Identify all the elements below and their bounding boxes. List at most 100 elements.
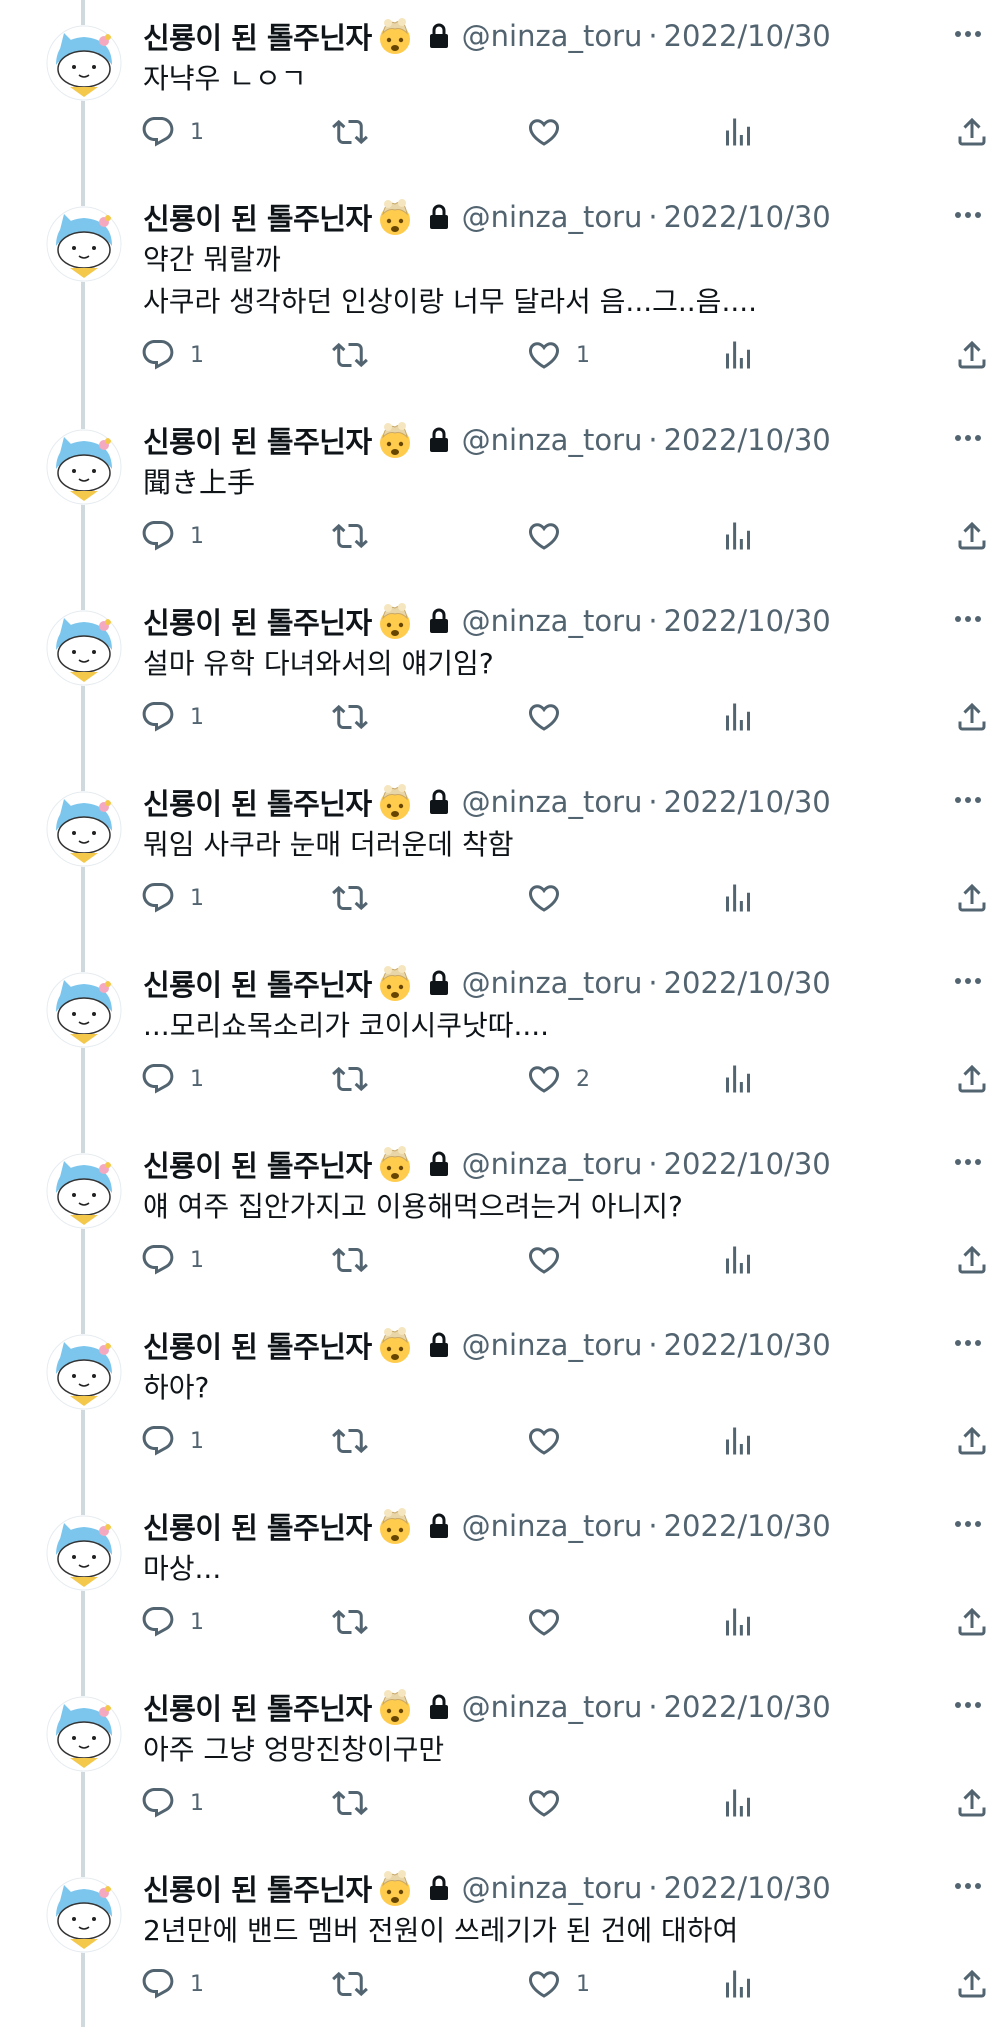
share-button[interactable]	[954, 1421, 990, 1461]
like-button[interactable]	[526, 516, 576, 556]
avatar[interactable]	[46, 1696, 122, 1772]
avatar[interactable]	[46, 25, 122, 101]
views-button[interactable]	[720, 697, 756, 737]
tweet-date[interactable]: 2022/10/30	[664, 1509, 831, 1543]
reply-button[interactable]: 1	[140, 1964, 204, 2004]
avatar[interactable]	[46, 791, 122, 867]
like-button[interactable]	[526, 1240, 576, 1280]
tweet-date[interactable]: 2022/10/30	[664, 19, 831, 53]
display-name[interactable]: 신룡이 된 톨주닌자	[143, 600, 372, 642]
tweet-date[interactable]: 2022/10/30	[664, 200, 831, 234]
user-handle[interactable]: @ninza_toru	[462, 19, 643, 53]
share-button[interactable]	[954, 1059, 990, 1099]
share-button[interactable]	[954, 1602, 990, 1642]
avatar[interactable]	[46, 429, 122, 505]
retweet-button[interactable]	[332, 1421, 382, 1461]
share-button[interactable]	[954, 1240, 990, 1280]
views-button[interactable]	[720, 516, 756, 556]
share-button[interactable]	[954, 1964, 990, 2004]
user-handle[interactable]: @ninza_toru	[462, 1871, 643, 1905]
retweet-button[interactable]	[332, 878, 382, 918]
retweet-button[interactable]	[332, 1059, 382, 1099]
tweet-date[interactable]: 2022/10/30	[664, 423, 831, 457]
tweet[interactable]: 신룡이 된 톨주닌자 @ninza_toru ·	[0, 1852, 1008, 2033]
reply-button[interactable]: 1	[140, 1783, 204, 1823]
tweet-date[interactable]: 2022/10/30	[664, 1147, 831, 1181]
user-handle[interactable]: @ninza_toru	[462, 1147, 643, 1181]
retweet-button[interactable]	[332, 112, 382, 152]
more-options-button[interactable]	[948, 1866, 988, 1906]
user-handle[interactable]: @ninza_toru	[462, 966, 643, 1000]
tweet[interactable]: 신룡이 된 톨주닌자 @ninza_toru ·	[0, 181, 1008, 404]
like-button[interactable]	[526, 697, 576, 737]
tweet-date[interactable]: 2022/10/30	[664, 785, 831, 819]
share-button[interactable]	[954, 697, 990, 737]
tweet-date[interactable]: 2022/10/30	[664, 604, 831, 638]
more-options-button[interactable]	[948, 418, 988, 458]
views-button[interactable]	[720, 1240, 756, 1280]
more-options-button[interactable]	[948, 195, 988, 235]
retweet-button[interactable]	[332, 1783, 382, 1823]
views-button[interactable]	[720, 1783, 756, 1823]
like-button[interactable]: 1	[526, 1964, 590, 2004]
views-button[interactable]	[720, 112, 756, 152]
display-name[interactable]: 신룡이 된 톨주닌자	[143, 15, 372, 57]
display-name[interactable]: 신룡이 된 톨주닌자	[143, 1686, 372, 1728]
more-options-button[interactable]	[948, 14, 988, 54]
share-button[interactable]	[954, 1783, 990, 1823]
views-button[interactable]	[720, 335, 756, 375]
share-button[interactable]	[954, 335, 990, 375]
more-options-button[interactable]	[948, 1142, 988, 1182]
display-name[interactable]: 신룡이 된 톨주닌자	[143, 196, 372, 238]
views-button[interactable]	[720, 1602, 756, 1642]
user-handle[interactable]: @ninza_toru	[462, 1509, 643, 1543]
avatar[interactable]	[46, 1515, 122, 1591]
user-handle[interactable]: @ninza_toru	[462, 604, 643, 638]
views-button[interactable]	[720, 878, 756, 918]
tweet-date[interactable]: 2022/10/30	[664, 966, 831, 1000]
user-handle[interactable]: @ninza_toru	[462, 1328, 643, 1362]
reply-button[interactable]: 1	[140, 112, 204, 152]
display-name[interactable]: 신룡이 된 톨주닌자	[143, 1867, 372, 1909]
views-button[interactable]	[720, 1964, 756, 2004]
reply-button[interactable]: 1	[140, 878, 204, 918]
tweet[interactable]: 신룡이 된 톨주닌자 @ninza_toru ·	[0, 0, 1008, 181]
reply-button[interactable]: 1	[140, 1240, 204, 1280]
display-name[interactable]: 신룡이 된 톨주닌자	[143, 1324, 372, 1366]
user-handle[interactable]: @ninza_toru	[462, 200, 643, 234]
reply-button[interactable]: 1	[140, 697, 204, 737]
more-options-button[interactable]	[948, 780, 988, 820]
like-button[interactable]	[526, 112, 576, 152]
avatar[interactable]	[46, 1877, 122, 1953]
share-button[interactable]	[954, 112, 990, 152]
more-options-button[interactable]	[948, 1685, 988, 1725]
tweet[interactable]: 신룡이 된 톨주닌자 @ninza_toru ·	[0, 1671, 1008, 1852]
retweet-button[interactable]	[332, 335, 382, 375]
display-name[interactable]: 신룡이 된 톨주닌자	[143, 419, 372, 461]
like-button[interactable]	[526, 878, 576, 918]
display-name[interactable]: 신룡이 된 톨주닌자	[143, 781, 372, 823]
share-button[interactable]	[954, 516, 990, 556]
more-options-button[interactable]	[948, 1504, 988, 1544]
tweet-date[interactable]: 2022/10/30	[664, 1871, 831, 1905]
display-name[interactable]: 신룡이 된 톨주닌자	[143, 962, 372, 1004]
views-button[interactable]	[720, 1059, 756, 1099]
tweet[interactable]: 신룡이 된 톨주닌자 @ninza_toru ·	[0, 1309, 1008, 1490]
tweet[interactable]: 신룡이 된 톨주닌자 @ninza_toru ·	[0, 1128, 1008, 1309]
like-button[interactable]: 2	[526, 1059, 590, 1099]
tweet[interactable]: 신룡이 된 톨주닌자 @ninza_toru ·	[0, 1490, 1008, 1671]
more-options-button[interactable]	[948, 961, 988, 1001]
tweet[interactable]: 신룡이 된 톨주닌자 @ninza_toru ·	[0, 766, 1008, 947]
tweet-date[interactable]: 2022/10/30	[664, 1690, 831, 1724]
reply-button[interactable]: 1	[140, 1421, 204, 1461]
tweet-date[interactable]: 2022/10/30	[664, 1328, 831, 1362]
reply-button[interactable]: 1	[140, 1059, 204, 1099]
like-button[interactable]	[526, 1421, 576, 1461]
reply-button[interactable]: 1	[140, 1602, 204, 1642]
retweet-button[interactable]	[332, 1602, 382, 1642]
display-name[interactable]: 신룡이 된 톨주닌자	[143, 1505, 372, 1547]
retweet-button[interactable]	[332, 697, 382, 737]
like-button[interactable]: 1	[526, 335, 590, 375]
avatar[interactable]	[46, 1153, 122, 1229]
tweet[interactable]: 신룡이 된 톨주닌자 @ninza_toru ·	[0, 585, 1008, 766]
